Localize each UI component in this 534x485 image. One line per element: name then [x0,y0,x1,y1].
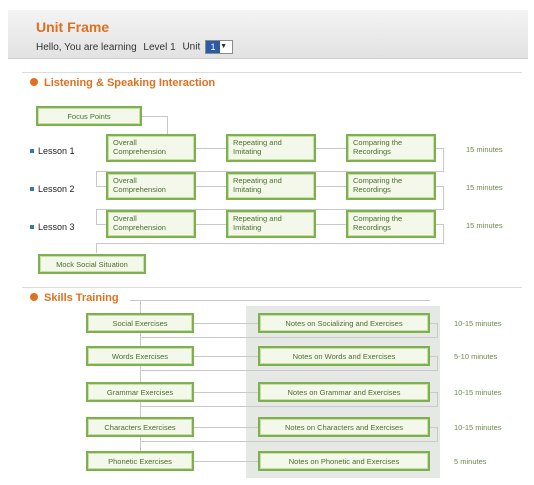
overall-comprehension-button[interactable]: Overall Comprehension [106,210,196,238]
listening-section-heading: Listening & Speaking Interaction [30,77,215,89]
exercise-button[interactable]: Social Exercises [86,313,194,333]
connector-line [140,406,438,407]
notes-button[interactable]: Notes on Grammar and Exercises [258,382,430,402]
connector-line [316,224,346,225]
lesson-label-2[interactable]: Lesson 2 [30,184,75,194]
connector-line [437,427,438,441]
connector-line [140,300,141,313]
repeating-imitating-button[interactable]: Repeating and Imitating [226,172,316,200]
exercise-duration: 5-10 minutes [454,352,498,361]
connector-line [130,300,430,301]
comparing-recordings-button[interactable]: Comparing the Recordings [346,210,436,238]
connector-line [167,116,168,134]
comparing-recordings-button[interactable]: Comparing the Recordings [346,134,436,162]
lesson-duration: 15 minutes [466,183,503,192]
lesson-label-text: Lesson 3 [38,222,75,232]
repeating-imitating-button[interactable]: Repeating and Imitating [226,134,316,162]
unit-select-value: 1 [206,41,221,53]
connector-line [437,392,438,406]
exercise-button[interactable]: Grammar Exercises [86,382,194,402]
connector-line [96,209,97,224]
connector-line [96,243,97,253]
connector-line [96,186,106,187]
notes-button[interactable]: Notes on Phonetic and Exercises [258,451,430,471]
repeating-imitating-button[interactable]: Repeating and Imitating [226,210,316,238]
level-label: Level 1 [143,41,176,53]
listening-heading-text: Listening & Speaking Interaction [44,77,216,89]
hello-text: Hello, You are learning [36,41,137,53]
connector-line [140,337,438,338]
section-divider [22,287,522,288]
connector-line [194,427,258,428]
connector-line [140,402,141,417]
lesson-label-1[interactable]: Lesson 1 [30,146,75,156]
exercise-button[interactable]: Phonetic Exercises [86,451,194,471]
overall-comprehension-button[interactable]: Overall Comprehension [106,172,196,200]
connector-line [316,186,346,187]
connector-line [96,209,444,210]
connector-line [96,243,444,244]
comparing-recordings-button[interactable]: Comparing the Recordings [346,172,436,200]
lesson-bullet-icon [30,148,34,153]
unit-frame-page: Unit Frame Hello, You are learning Level… [0,0,534,485]
notes-button[interactable]: Notes on Words and Exercises [258,346,430,366]
skills-section-heading: Skills Training [30,292,119,304]
lesson-duration: 15 minutes [466,221,503,230]
mock-social-situation-button[interactable]: Mock Social Situation [38,254,146,274]
lesson-bullet-icon [30,186,34,191]
section-divider [22,72,522,73]
connector-line [443,186,444,210]
connector-line [194,323,258,324]
connector-line [316,148,346,149]
connector-line [96,171,97,186]
connector-line [142,116,168,117]
connector-line [196,224,226,225]
connector-line [194,461,258,462]
connector-line [443,224,444,244]
overall-comprehension-button[interactable]: Overall Comprehension [106,134,196,162]
notes-button[interactable]: Notes on Characters and Exercises [258,417,430,437]
section-bullet-icon [30,78,38,87]
section-bullet-icon [30,293,38,302]
chevron-down-icon: ▼ [220,43,228,50]
connector-line [196,186,226,187]
page-title: Unit Frame [36,19,110,35]
unit-label: Unit [182,41,201,53]
connector-line [140,437,141,451]
exercise-duration: 10-15 minutes [454,388,502,397]
connector-line [96,224,106,225]
lesson-bullet-icon [30,224,34,229]
lesson-label-3[interactable]: Lesson 3 [30,222,75,232]
connector-line [96,171,444,172]
connector-line [194,392,258,393]
connector-line [140,441,438,442]
connector-line [140,333,141,346]
exercise-duration: 10-15 minutes [454,423,502,432]
exercise-duration: 10-15 minutes [454,319,502,328]
connector-line [437,323,438,337]
exercise-button[interactable]: Characters Exercises [86,417,194,437]
connector-line [437,356,438,370]
focus-points-button[interactable]: Focus Points [36,106,142,126]
skills-heading-text: Skills Training [44,292,119,304]
lesson-label-text: Lesson 1 [38,146,75,156]
connector-line [140,370,438,371]
connector-line [196,148,226,149]
lesson-label-text: Lesson 2 [38,184,75,194]
notes-button[interactable]: Notes on Socializing and Exercises [258,313,430,333]
exercise-duration: 5 minutes [454,457,487,466]
lesson-duration: 15 minutes [466,145,503,154]
connector-line [140,366,141,382]
learning-status: Hello, You are learning Level 1 Unit 1 ▼ [36,40,237,54]
exercise-button[interactable]: Words Exercises [86,346,194,366]
unit-select[interactable]: 1 ▼ [205,40,234,54]
connector-line [443,148,444,172]
connector-line [194,356,258,357]
